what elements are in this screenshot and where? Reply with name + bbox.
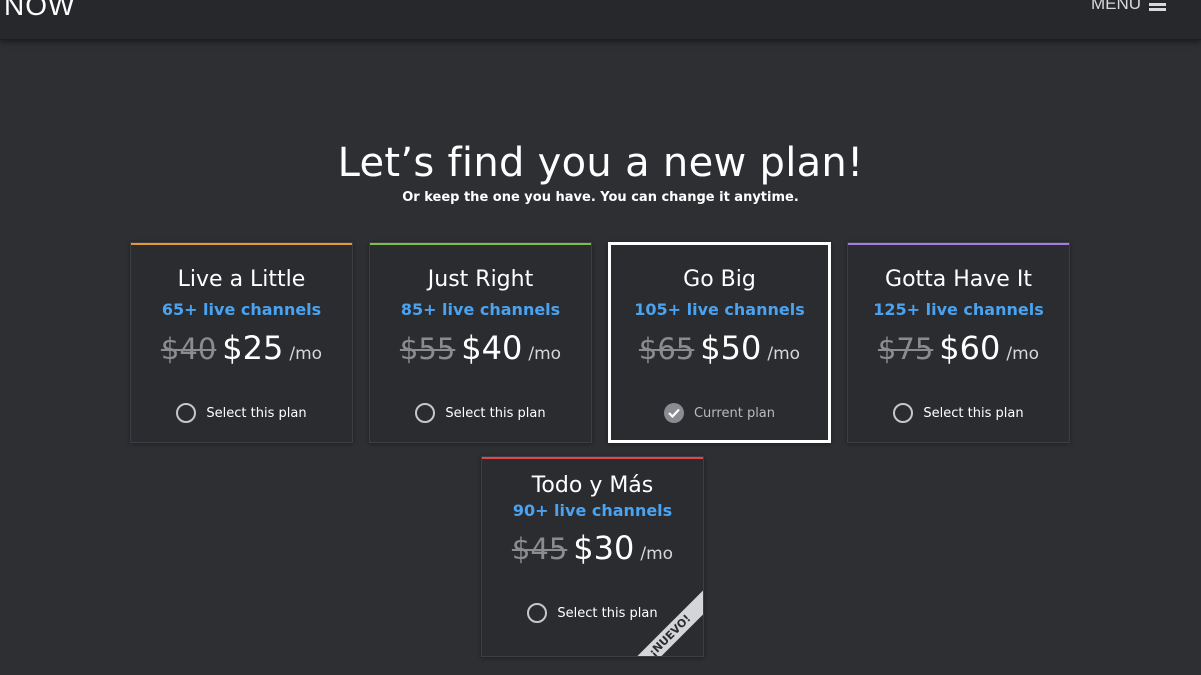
plan-channels: 90+ live channels	[512, 501, 673, 520]
plan-accent-bar	[848, 243, 1069, 245]
plan-name: Go Big	[683, 267, 756, 292]
plan-price: $40 $25 /mo	[131, 329, 352, 367]
menu-button[interactable]: MENU	[1091, 0, 1166, 14]
plan-old-price: $40	[160, 332, 217, 366]
plan-name: Gotta Have It	[885, 267, 1032, 292]
plan-price-period: /mo	[1006, 344, 1040, 364]
plan-card-todo-y-mas[interactable]: Todo y Más 90+ live channels $45 $30 /mo…	[481, 456, 704, 657]
radio-unchecked-icon[interactable]	[176, 403, 197, 423]
new-badge-ribbon: ¡NUEVO!	[633, 586, 703, 656]
plan-price: $45 $30 /mo	[482, 529, 703, 567]
select-plan-option[interactable]: Select this plan	[848, 403, 1069, 423]
current-plan-indicator: Current plan	[611, 403, 828, 423]
plan-card-just-right[interactable]: Just Right 85+ live channels $55 $40 /mo…	[369, 242, 592, 443]
plan-accent-bar	[131, 243, 352, 245]
plan-card-go-big[interactable]: Go Big 105+ live channels $65 $50 /mo Cu…	[608, 242, 831, 443]
plan-new-price: $25	[222, 329, 284, 367]
select-plan-option[interactable]: Select this plan	[131, 403, 352, 423]
plan-name: Live a Little	[177, 267, 306, 292]
logo-text: NOW	[4, 0, 76, 21]
radio-unchecked-icon[interactable]	[893, 403, 914, 423]
plan-new-price: $30	[573, 529, 635, 567]
hamburger-icon	[1149, 0, 1166, 11]
plan-new-price: $60	[939, 329, 1001, 367]
plan-card-live-a-little[interactable]: Live a Little 65+ live channels $40 $25 …	[130, 242, 353, 443]
plan-old-price: $45	[511, 532, 568, 566]
plan-channels: 65+ live channels	[161, 300, 322, 319]
select-plan-label: Select this plan	[445, 405, 546, 421]
logo[interactable]: NOW	[4, 0, 75, 22]
page-subtitle: Or keep the one you have. You can change…	[402, 190, 799, 205]
plan-name: Todo y Más	[531, 473, 654, 498]
plan-price: $75 $60 /mo	[848, 329, 1069, 367]
plan-price-period: /mo	[528, 344, 562, 364]
menu-label: MENU	[1090, 0, 1141, 13]
plan-new-price: $40	[461, 329, 523, 367]
plan-new-price: $50	[700, 329, 762, 367]
page-title: Let’s find you a new plan!	[337, 140, 864, 186]
checkmark-icon	[663, 403, 684, 423]
plan-name: Just Right	[427, 267, 534, 292]
new-badge-label: ¡NUEVO!	[633, 590, 703, 656]
plan-accent-bar	[482, 457, 703, 459]
plan-channels: 125+ live channels	[873, 300, 1044, 319]
plan-old-price: $65	[638, 332, 695, 366]
plan-price-period: /mo	[289, 344, 323, 364]
select-plan-label: Select this plan	[206, 405, 307, 421]
plan-price-period: /mo	[767, 344, 801, 364]
plan-channels: 105+ live channels	[634, 300, 805, 319]
radio-unchecked-icon[interactable]	[527, 603, 548, 623]
plan-old-price: $75	[877, 332, 934, 366]
plan-accent-bar	[370, 243, 591, 245]
radio-unchecked-icon[interactable]	[415, 403, 436, 423]
plan-old-price: $55	[399, 332, 456, 366]
top-navigation-bar: NOW MENU	[0, 0, 1201, 40]
select-plan-label: Select this plan	[923, 405, 1024, 421]
plan-price: $65 $50 /mo	[611, 329, 828, 367]
plan-channels: 85+ live channels	[400, 300, 561, 319]
current-plan-label: Current plan	[693, 405, 776, 421]
select-plan-option[interactable]: Select this plan	[370, 403, 591, 423]
plan-price: $55 $40 /mo	[370, 329, 591, 367]
plan-price-period: /mo	[640, 544, 674, 564]
plan-card-gotta-have-it[interactable]: Gotta Have It 125+ live channels $75 $60…	[847, 242, 1070, 443]
